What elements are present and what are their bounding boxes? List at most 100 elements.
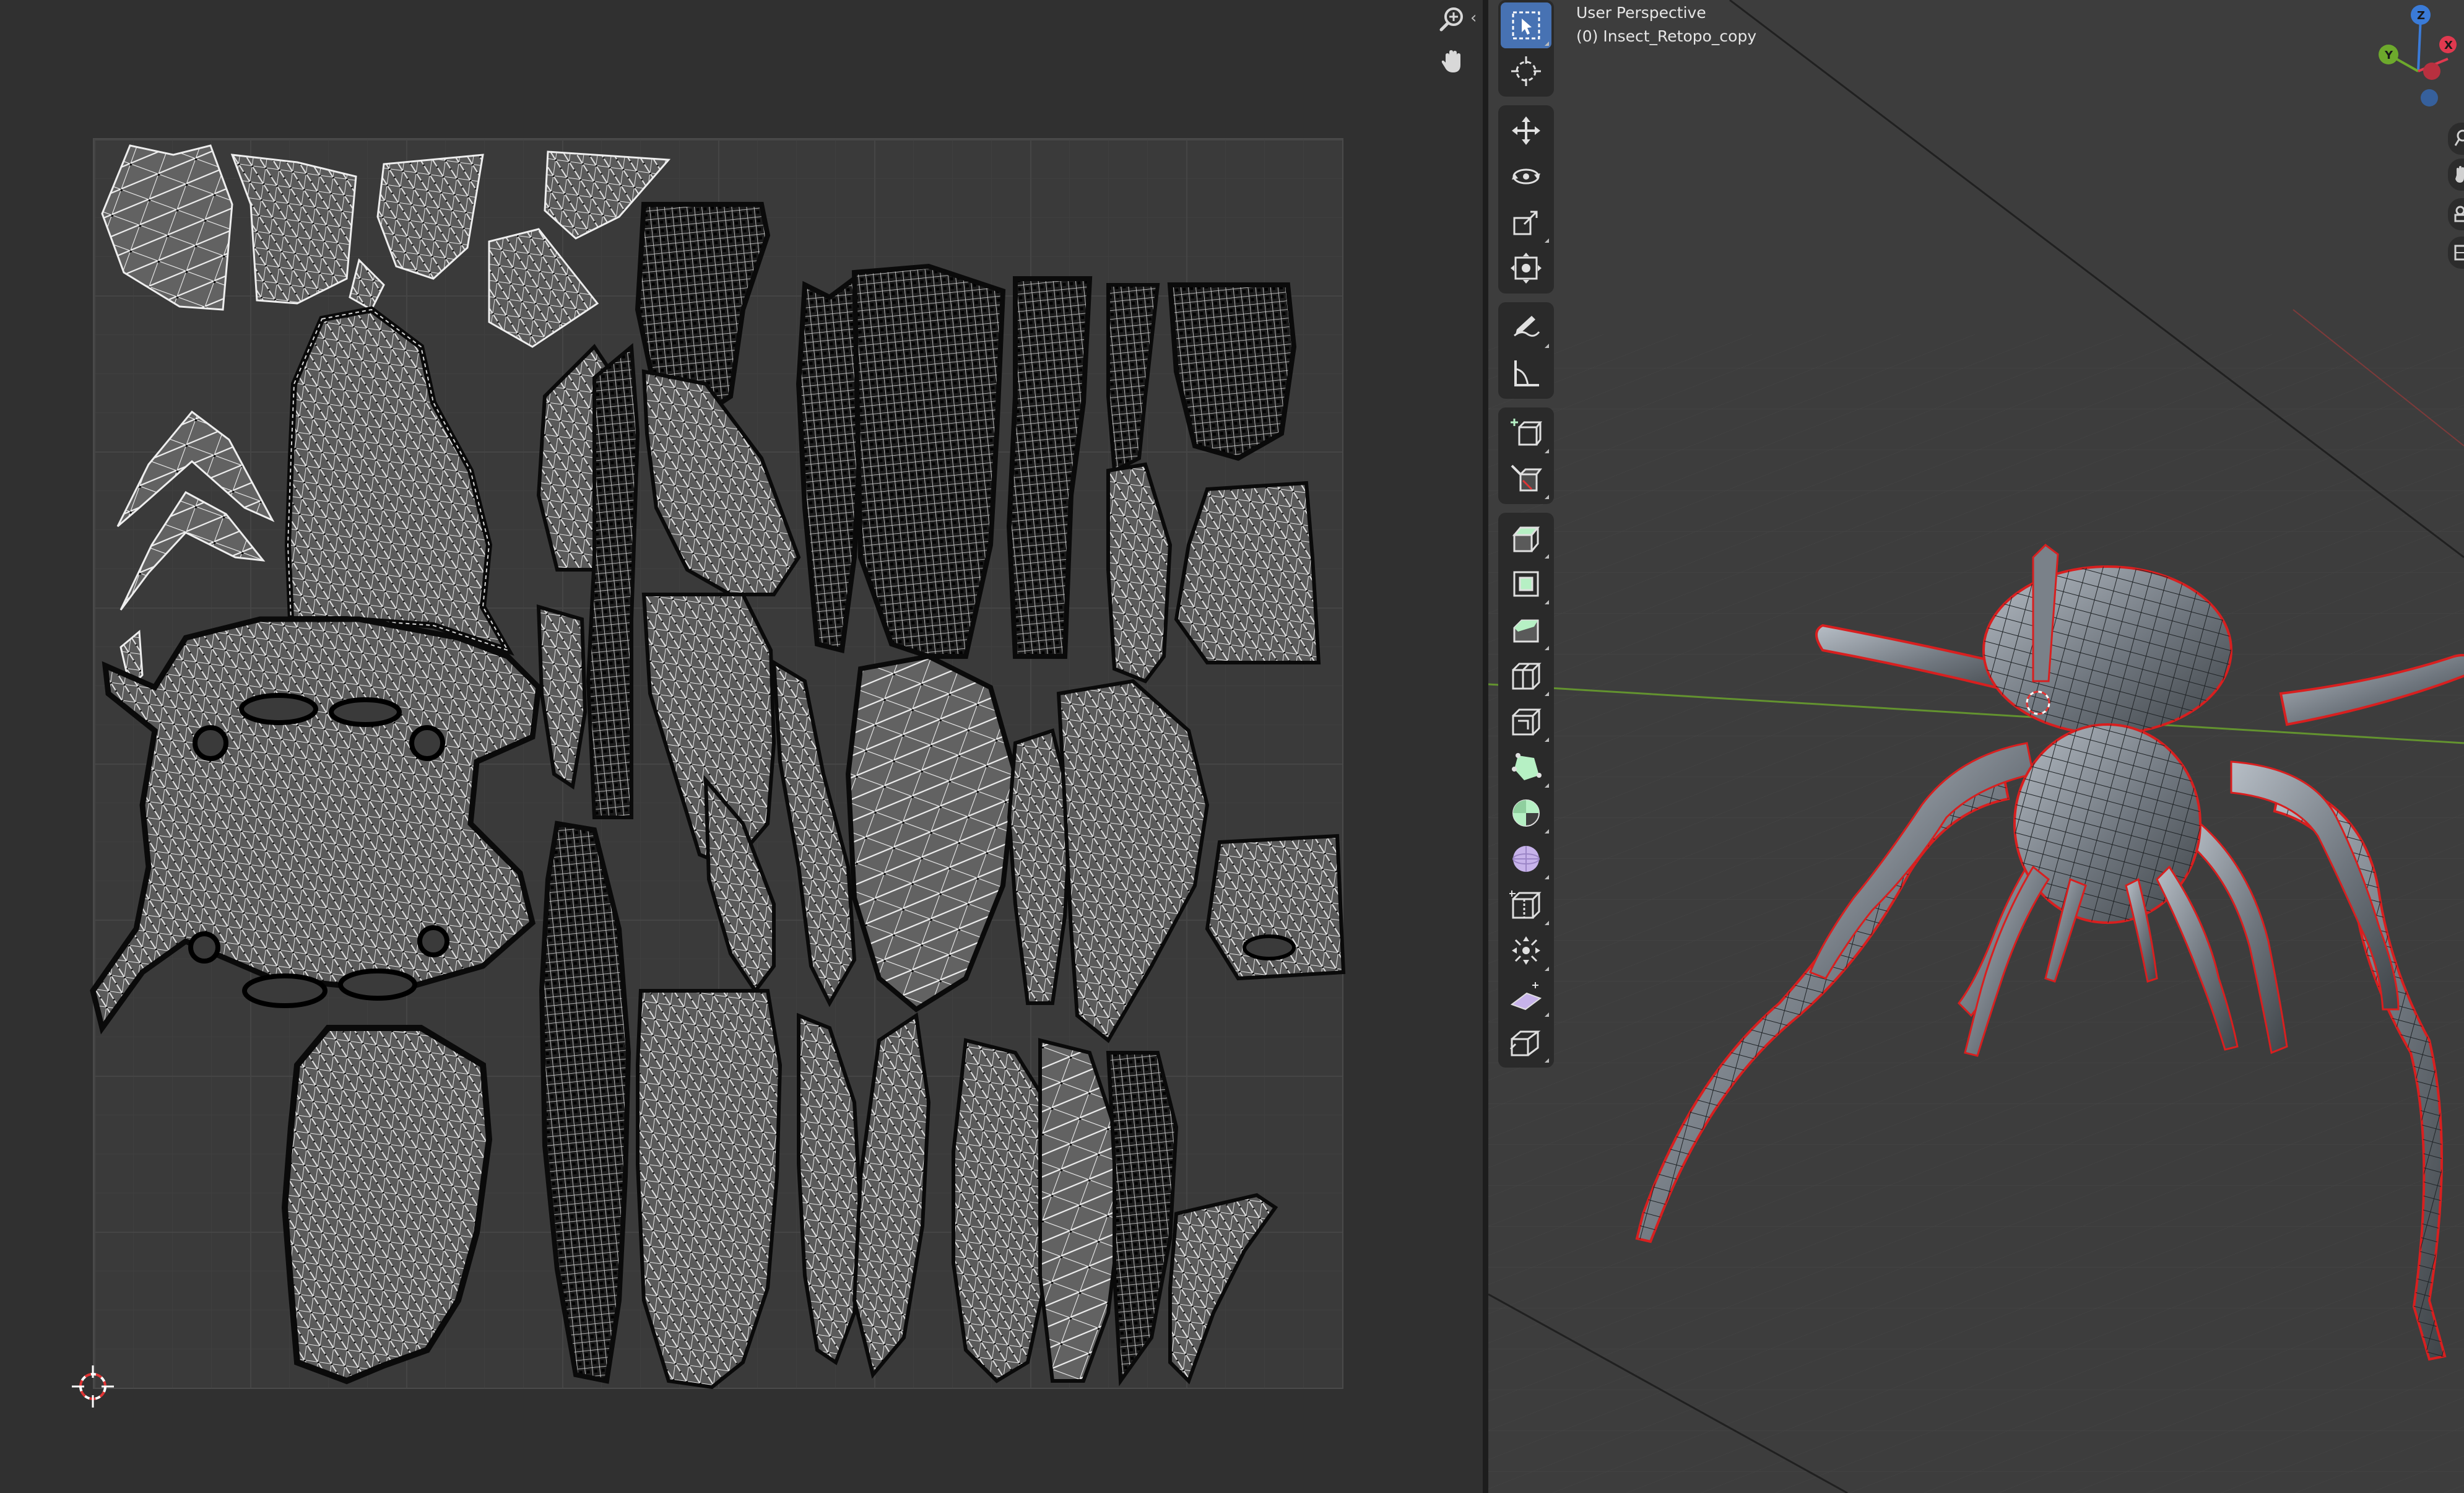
tool-poly-build[interactable]: [1501, 744, 1551, 790]
viewport-scene[interactable]: [1488, 0, 2464, 1493]
tool-loop-cut[interactable]: [1501, 653, 1551, 699]
uv-island[interactable]: [281, 1025, 493, 1385]
uv-island[interactable]: [641, 369, 801, 596]
rip-icon: [1509, 1030, 1541, 1056]
uv-island[interactable]: [636, 989, 783, 1390]
loop-cut-icon: [1512, 663, 1542, 690]
viewport-info: User Perspective (0) Insect_Retopo_copy: [1576, 1, 1756, 48]
tool-shrink-fatten[interactable]: [1501, 928, 1551, 973]
tool-add-cube[interactable]: [1501, 410, 1551, 456]
tool-annotate[interactable]: [1501, 305, 1551, 350]
bevel-icon: [1513, 619, 1539, 643]
tool-transform[interactable]: [1501, 245, 1551, 291]
uv-pan-button[interactable]: [1433, 42, 1471, 81]
uv-hole: [1243, 934, 1296, 960]
tool-bevel[interactable]: [1501, 607, 1551, 653]
add-cube-icon: [1511, 419, 1542, 446]
tool-group-annotate: [1498, 302, 1554, 399]
grid-icon: [2454, 245, 2464, 261]
uv-hole: [409, 725, 445, 761]
hand-pan-icon: [2455, 166, 2464, 183]
3d-viewport[interactable]: User Perspective (0) Insect_Retopo_copy: [1488, 0, 2464, 1493]
uv-island[interactable]: [1106, 1051, 1179, 1386]
uv-island[interactable]: [536, 604, 588, 790]
uv-island[interactable]: [539, 820, 631, 1384]
uv-island[interactable]: [796, 274, 864, 653]
gizmo-neg-z[interactable]: [2421, 89, 2438, 107]
tool-spin[interactable]: [1501, 790, 1551, 836]
uv-island[interactable]: [771, 659, 857, 1008]
scale-icon: [1513, 211, 1538, 235]
select-box-icon: [1512, 11, 1540, 40]
uv-island[interactable]: [119, 491, 266, 611]
annotate-icon: [1514, 316, 1540, 337]
tool-knife[interactable]: [1501, 456, 1551, 502]
tool-move[interactable]: [1501, 108, 1551, 154]
uv-island[interactable]: [376, 154, 484, 280]
object-label: (0) Insect_Retopo_copy: [1576, 27, 1757, 45]
uv-island[interactable]: [1174, 481, 1321, 664]
area-divider[interactable]: [1483, 0, 1488, 1493]
uv-island[interactable]: [797, 1012, 863, 1365]
gizmo-y-label: Y: [2384, 49, 2393, 62]
shear-icon: [1510, 982, 1542, 1011]
uv-island[interactable]: [1106, 283, 1160, 474]
uv-island[interactable]: [1106, 462, 1173, 684]
navigation-gizmo[interactable]: Z Y X: [2367, 0, 2464, 118]
uv-island[interactable]: [1056, 679, 1210, 1043]
uv-hole: [193, 725, 228, 761]
tool-shear[interactable]: [1501, 973, 1551, 1019]
measure-icon: [1514, 360, 1539, 386]
uv-island[interactable]: [851, 263, 1006, 659]
spin-icon: [1512, 799, 1540, 827]
uv-hole: [239, 693, 318, 725]
uv-2d-cursor[interactable]: [72, 1365, 114, 1408]
tool-inset[interactable]: [1501, 561, 1551, 607]
uv-island[interactable]: [845, 653, 1018, 1012]
tool-smooth[interactable]: [1501, 836, 1551, 882]
uv-island[interactable]: [1006, 276, 1093, 659]
uv-island[interactable]: [852, 1012, 931, 1379]
uv-island[interactable]: [349, 258, 385, 311]
uv-island[interactable]: [284, 306, 514, 656]
tool-scale[interactable]: [1501, 199, 1551, 245]
uv-island[interactable]: [488, 228, 599, 348]
tool-rip[interactable]: [1501, 1019, 1551, 1065]
tool-offset-edge[interactable]: [1501, 699, 1551, 744]
chevron-left-icon[interactable]: ‹: [1470, 9, 1477, 27]
uv-hole: [188, 931, 220, 964]
tool-shelf: [1498, 0, 1554, 1076]
rotate-icon: [1512, 168, 1540, 185]
uv-island[interactable]: [101, 144, 233, 311]
offset-edge-icon: [1512, 708, 1542, 736]
tool-extrude[interactable]: [1501, 515, 1551, 561]
edge-slide-icon: [1509, 890, 1542, 919]
gizmo-neg-x[interactable]: [2423, 63, 2440, 80]
uv-island[interactable]: [230, 154, 357, 305]
uv-island[interactable]: [586, 342, 640, 819]
tool-group-edit: [1498, 513, 1554, 1068]
uv-islands[interactable]: [0, 0, 1483, 1493]
uv-editor-area[interactable]: ‹: [0, 0, 1483, 1493]
floor-grid: [1488, 334, 2464, 1493]
tool-edge-slide[interactable]: [1501, 882, 1551, 928]
uv-island[interactable]: [1167, 282, 1297, 461]
uv-island[interactable]: [90, 616, 542, 1035]
tool-select-box[interactable]: [1501, 2, 1551, 48]
hand-pan-icon: [1441, 50, 1460, 72]
tool-group-transform: [1498, 105, 1554, 294]
inset-icon: [1513, 571, 1539, 597]
perspective-label: User Perspective: [1576, 4, 1706, 22]
uv-hole: [417, 925, 449, 957]
zoom-icon: [2454, 129, 2464, 146]
tool-measure[interactable]: [1501, 350, 1551, 396]
poly-build-icon: [1512, 753, 1542, 780]
uv-zoom-button[interactable]: [1433, 0, 1471, 38]
uv-hole: [338, 968, 417, 1001]
transform-icon: [1511, 253, 1542, 284]
uv-island[interactable]: [1168, 1193, 1278, 1385]
tool-rotate[interactable]: [1501, 154, 1551, 199]
tool-cursor[interactable]: [1501, 48, 1551, 94]
tool-group-select: [1498, 0, 1554, 97]
uv-island[interactable]: [952, 1038, 1055, 1383]
